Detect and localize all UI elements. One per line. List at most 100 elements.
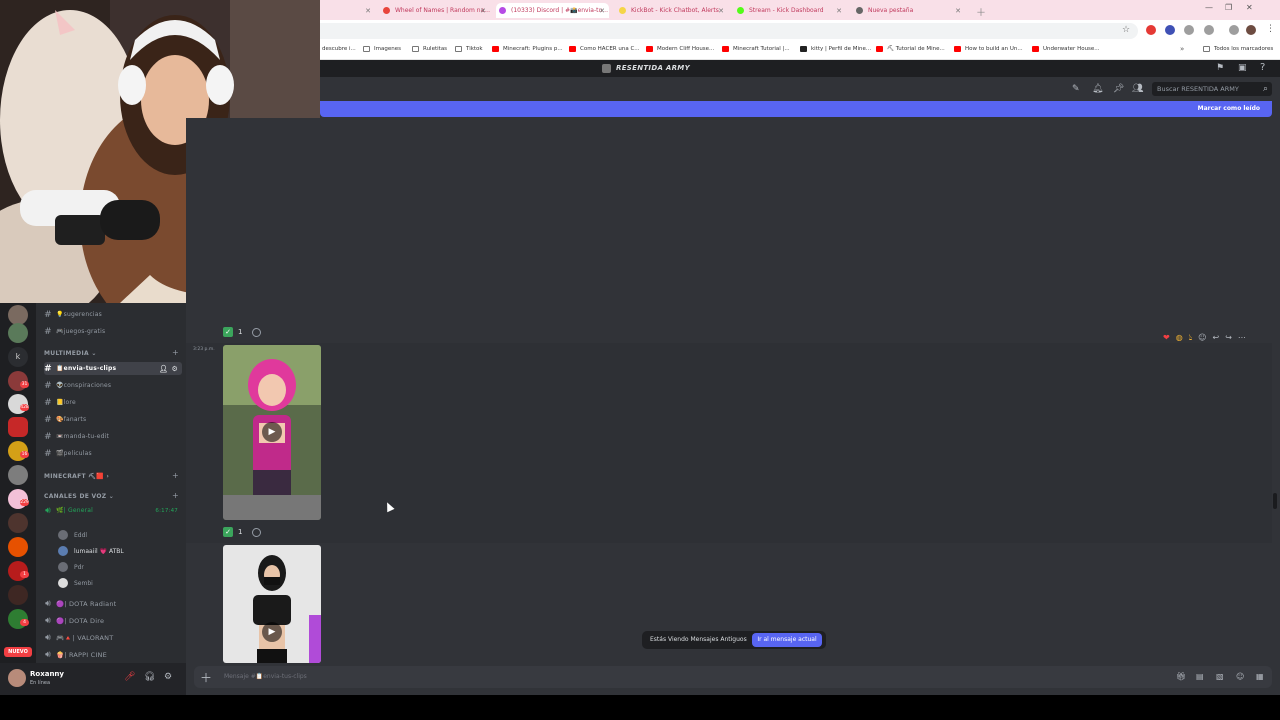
voice-channel-dota-radiant[interactable]: 🔊︎ 🟣| DOTA Radiant [44,597,182,610]
extension-icon[interactable] [1184,25,1194,35]
bookmark-item[interactable]: kitty | Perfil de Mine... [800,46,871,52]
emoji-reaction-icon[interactable]: ◍ [1176,333,1183,347]
gift-icon[interactable]: 🎁︎ [1176,672,1186,681]
server-icon[interactable] [8,513,28,533]
bookmark-item[interactable]: descubre i... [322,46,356,52]
category-minecraft[interactable]: MINECRAFT ⛏🟥 › [44,473,109,480]
bookmark-item[interactable]: How to build an Un... [954,46,1023,52]
checkmark-icon[interactable]: ✓ [223,527,233,537]
close-icon[interactable]: ✕ [836,7,842,15]
tab-kick-dashboard[interactable]: Stream - Kick Dashboard ✕ [734,3,846,18]
search-icon[interactable]: ⌕ [1263,84,1268,94]
notification-bell-icon[interactable]: 🔔︎ [1092,84,1103,94]
close-icon[interactable]: ✕ [955,7,961,15]
play-icon[interactable]: ▶ [262,622,282,642]
voice-user[interactable]: Eddl [58,529,87,541]
channel-lore[interactable]: # 📒lore [44,396,182,409]
reply-icon[interactable]: ↩ [1212,333,1219,347]
close-icon[interactable]: ✕ [480,7,486,15]
heart-reaction-icon[interactable]: ❤ [1163,333,1170,347]
bookmark-folder[interactable]: Tiktok [455,46,483,52]
add-reaction-icon[interactable] [252,327,262,337]
voice-channel-valorant[interactable]: 🔊︎ 🎮🔺| VALORANT [44,631,182,644]
server-icon[interactable]: k [8,347,28,367]
user-avatar[interactable] [8,669,26,687]
bookmark-item[interactable]: Como HACER una C... [569,46,640,52]
mute-mic-icon[interactable]: 🎤︎ [124,672,135,682]
minimize-icon[interactable]: — [1205,3,1213,12]
extensions-puzzle-icon[interactable] [1204,25,1214,35]
add-channel-icon[interactable]: + [172,491,179,500]
add-reaction-icon[interactable] [252,527,262,537]
bookmark-folder[interactable]: Imagenes [363,46,401,52]
star-icon[interactable]: ☆ [1122,25,1130,35]
channel-fanarts[interactable]: # 🎨fanarts [44,413,182,426]
bookmark-item[interactable]: Minecraft: Plugins p... [492,46,563,52]
forward-icon[interactable]: ↪ [1225,333,1232,347]
channel-sugerencias[interactable]: # 💡sugerencias [44,308,182,321]
voice-user[interactable]: lumaaiil 💗 ATBL [58,545,124,557]
gear-icon[interactable]: ⚙ [164,672,172,682]
tab-discord[interactable]: (10333) Discord | #📸envia-tu... ✕ [496,3,609,18]
category-voice[interactable]: CANALES DE VOZ ⌄ [44,493,114,500]
close-icon[interactable]: ✕ [599,7,605,15]
member-list-icon[interactable]: 👥︎ [1132,84,1143,94]
play-icon[interactable]: ▶ [262,422,282,442]
more-options-icon[interactable]: ⋯ [1238,333,1246,347]
voice-channel-rappi-cine[interactable]: 🔊︎ 🍿| RAPPI CINE [44,648,182,661]
server-icon[interactable] [8,537,28,557]
server-icon[interactable] [8,585,28,605]
all-bookmarks[interactable]: Todos los marcadores [1203,46,1273,52]
settings-gear-icon[interactable]: ⚙ [172,365,178,373]
url-field[interactable] [320,23,1138,39]
bookmark-item[interactable]: ⛏ Tutorial de Mine... [876,46,945,52]
category-multimedia[interactable]: MULTIMEDIA ⌄ [44,350,97,357]
voice-channel-dota-dire[interactable]: 🔊︎ 🟣| DOTA Dire [44,614,182,627]
server-icon[interactable] [8,417,28,437]
voice-user[interactable]: Sembi [58,577,93,589]
new-tab-icon[interactable]: ＋ [976,4,986,19]
tab-wheel-of-names[interactable]: Wheel of Names | Random na... ✕ [380,3,490,18]
gif-icon[interactable]: ▤ [1196,672,1204,681]
scrollbar-thumb[interactable] [1273,493,1277,509]
server-icon[interactable] [8,305,28,325]
inbox-icon[interactable]: ⚑ [1216,63,1224,73]
emoji-icon[interactable]: ☺ [1236,672,1244,681]
bookmark-item[interactable]: Minecraft Tutorial |... [722,46,790,52]
jump-to-present-button[interactable]: Ir al mensaje actual [752,633,822,647]
channel-conspiraciones[interactable]: # 👽conspiraciones [44,379,182,392]
close-icon[interactable]: ✕ [365,7,371,15]
channel-peliculas[interactable]: # 🎬peliculas [44,447,182,460]
new-messages-bar[interactable]: Marcar como leído [320,101,1272,117]
message-composer[interactable]: ＋ Mensaje #📋envia-tus-clips 🎁︎ ▤ ▧ ☺ ▦ [194,666,1272,688]
kebab-menu-icon[interactable]: ⋮ [1266,24,1275,34]
sticker-icon[interactable]: ▧ [1216,672,1224,681]
extension-icon[interactable] [1229,25,1239,35]
tab-partial[interactable]: ✕ [320,3,375,18]
video-attachment[interactable]: ▶ [223,545,321,663]
voice-user[interactable]: Pdr [58,561,84,573]
scrollbar[interactable] [1273,118,1278,663]
window-close-icon[interactable]: ✕ [1246,3,1253,12]
channel-juegos-gratis[interactable]: # 🎮juegos-gratis [44,325,182,338]
opera-extension-icon[interactable] [1146,25,1156,35]
window-icon[interactable]: ▣ [1238,63,1247,73]
close-icon[interactable]: ✕ [718,7,724,15]
apps-icon[interactable]: ▦ [1256,672,1264,681]
add-channel-icon[interactable]: + [172,471,179,480]
tab-kickbot[interactable]: KickBot - Kick Chatbot, Alerts ✕ [616,3,728,18]
search-input[interactable]: Buscar RESENTIDA ARMY [1152,82,1272,96]
profile-avatar[interactable] [1246,25,1256,35]
extension-icon[interactable] [1165,25,1175,35]
threads-icon[interactable]: ✎ [1072,84,1080,94]
channel-envia-tus-clips[interactable]: # 📋envia-tus-clips ⚙ 👤︎ [44,362,182,375]
bookmark-item[interactable]: Modern Cliff House... [646,46,714,52]
help-icon[interactable]: ? [1260,62,1265,73]
maximize-icon[interactable]: ❐ [1225,3,1232,12]
headphones-icon[interactable]: 🎧︎ [144,672,155,682]
add-reaction-icon[interactable]: ☺ [1198,333,1206,347]
hand-reaction-icon[interactable]: 👆︎ [1189,333,1192,347]
video-attachment[interactable]: ▶ [223,345,321,520]
bookmark-folder[interactable]: Ruletitas [412,46,447,52]
add-channel-icon[interactable]: + [172,348,179,357]
